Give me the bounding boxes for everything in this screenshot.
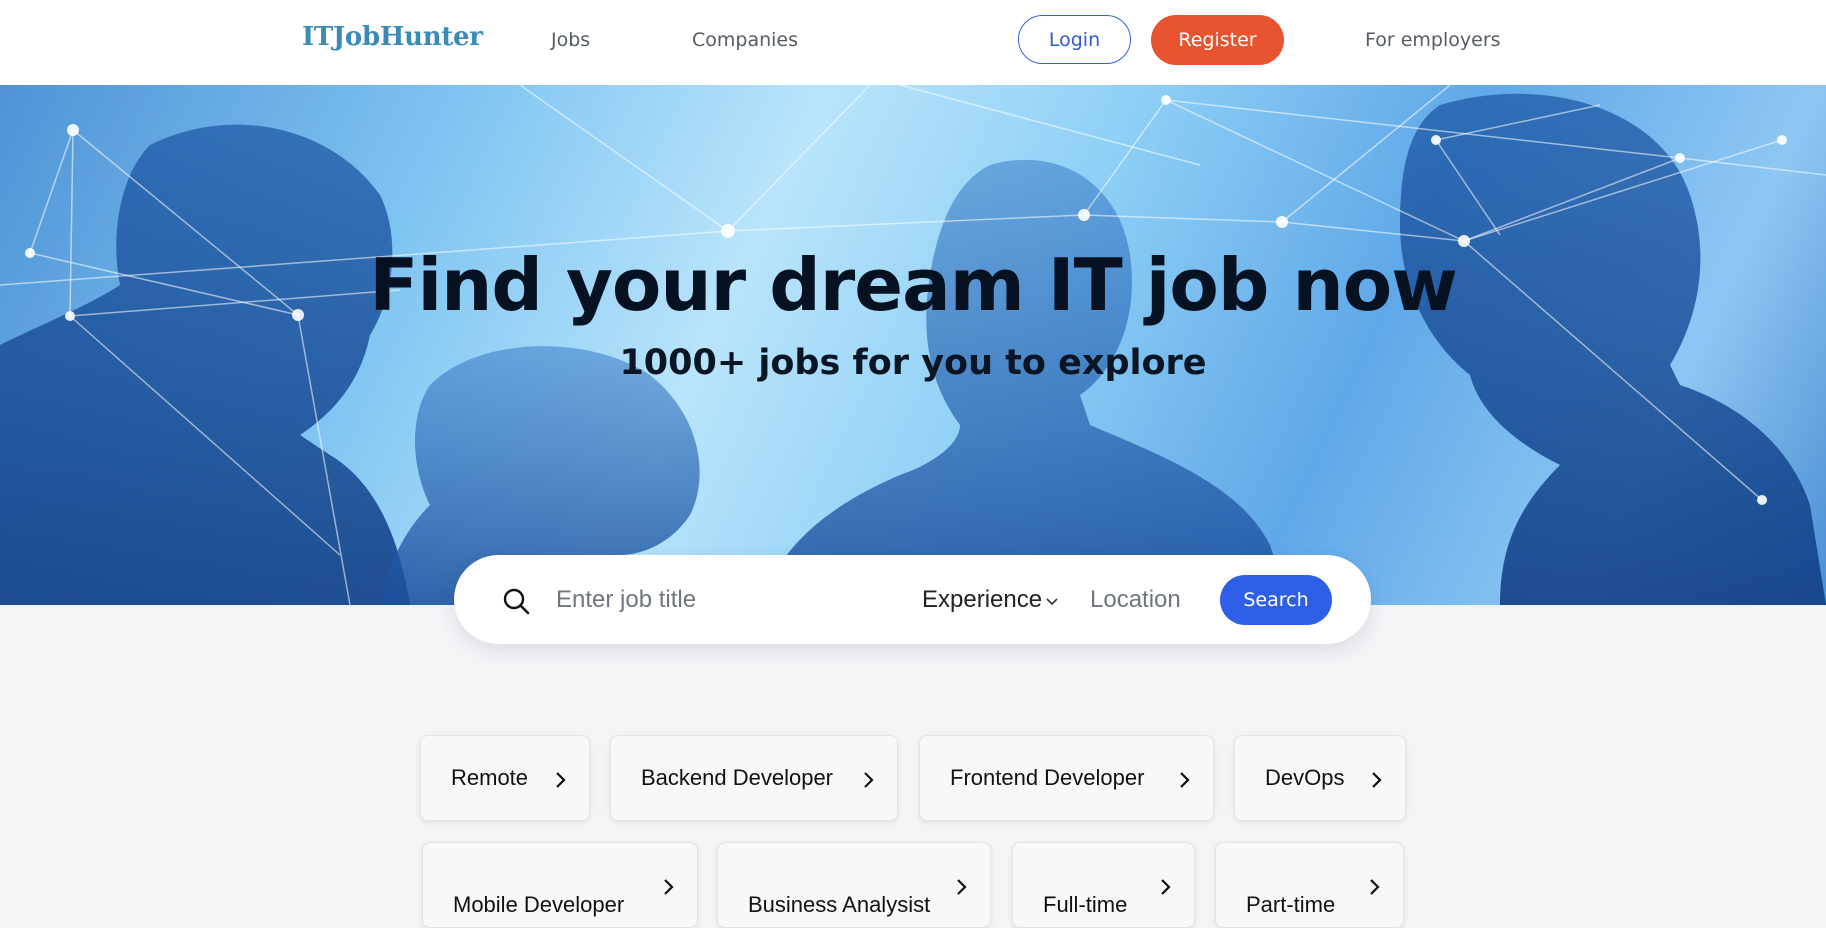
category-chip-label: Part-time xyxy=(1246,892,1336,917)
hero-title: Find your dream IT job now xyxy=(369,243,1457,327)
register-button[interactable]: Register xyxy=(1151,15,1284,65)
experience-dropdown[interactable]: Experience xyxy=(922,586,1058,614)
nav-companies-link[interactable]: Companies xyxy=(692,29,798,51)
site-logo[interactable]: ITJobHunter xyxy=(302,22,483,52)
hero-banner: Find your dream IT job now 1000+ jobs fo… xyxy=(0,85,1826,605)
category-chip-label: Frontend Developer xyxy=(950,765,1145,790)
nav-for-employers-link[interactable]: For employers xyxy=(1365,29,1501,51)
nav-jobs-link[interactable]: Jobs xyxy=(551,29,590,51)
category-chip-part-time[interactable]: Part-time xyxy=(1215,842,1404,928)
chevron-right-icon xyxy=(1179,771,1191,793)
chevron-right-icon xyxy=(863,771,875,793)
category-chip-label: Business Analysist xyxy=(748,892,931,917)
category-chip-frontend-developer[interactable]: Frontend Developer xyxy=(919,735,1214,821)
hero-subtitle: 1000+ jobs for you to explore xyxy=(619,343,1207,383)
category-chip-business-analysist[interactable]: Business Analysist xyxy=(717,842,991,928)
chevron-right-icon xyxy=(663,878,675,900)
category-chip-label: Mobile Developer xyxy=(453,892,625,917)
chevron-down-icon xyxy=(1046,592,1058,611)
job-title-input[interactable] xyxy=(554,577,918,623)
category-chip-full-time[interactable]: Full-time xyxy=(1012,842,1195,928)
category-chip-backend-developer[interactable]: Backend Developer xyxy=(610,735,898,821)
chevron-right-icon xyxy=(1160,878,1172,900)
category-chip-devops[interactable]: DevOps xyxy=(1234,735,1406,821)
chevron-right-icon xyxy=(956,878,968,900)
search-icon xyxy=(502,587,530,619)
chevron-right-icon xyxy=(1369,878,1381,900)
category-chip-remote[interactable]: Remote xyxy=(420,735,590,821)
chevron-right-icon xyxy=(555,771,567,793)
category-chip-label: Full-time xyxy=(1043,892,1128,917)
category-chip-label: Backend Developer xyxy=(641,765,834,790)
login-button[interactable]: Login xyxy=(1018,15,1131,64)
job-search-bar: Experience Search xyxy=(454,555,1371,644)
chevron-right-icon xyxy=(1371,771,1383,793)
category-chip-label: DevOps xyxy=(1265,765,1345,790)
category-chip-label: Remote xyxy=(451,765,529,790)
experience-label: Experience xyxy=(922,586,1043,613)
category-chip-mobile-developer[interactable]: Mobile Developer xyxy=(422,842,698,928)
location-input[interactable] xyxy=(1088,577,1212,623)
top-navbar: ITJobHunter Jobs Companies Login Registe… xyxy=(0,0,1826,85)
search-button[interactable]: Search xyxy=(1220,575,1332,625)
